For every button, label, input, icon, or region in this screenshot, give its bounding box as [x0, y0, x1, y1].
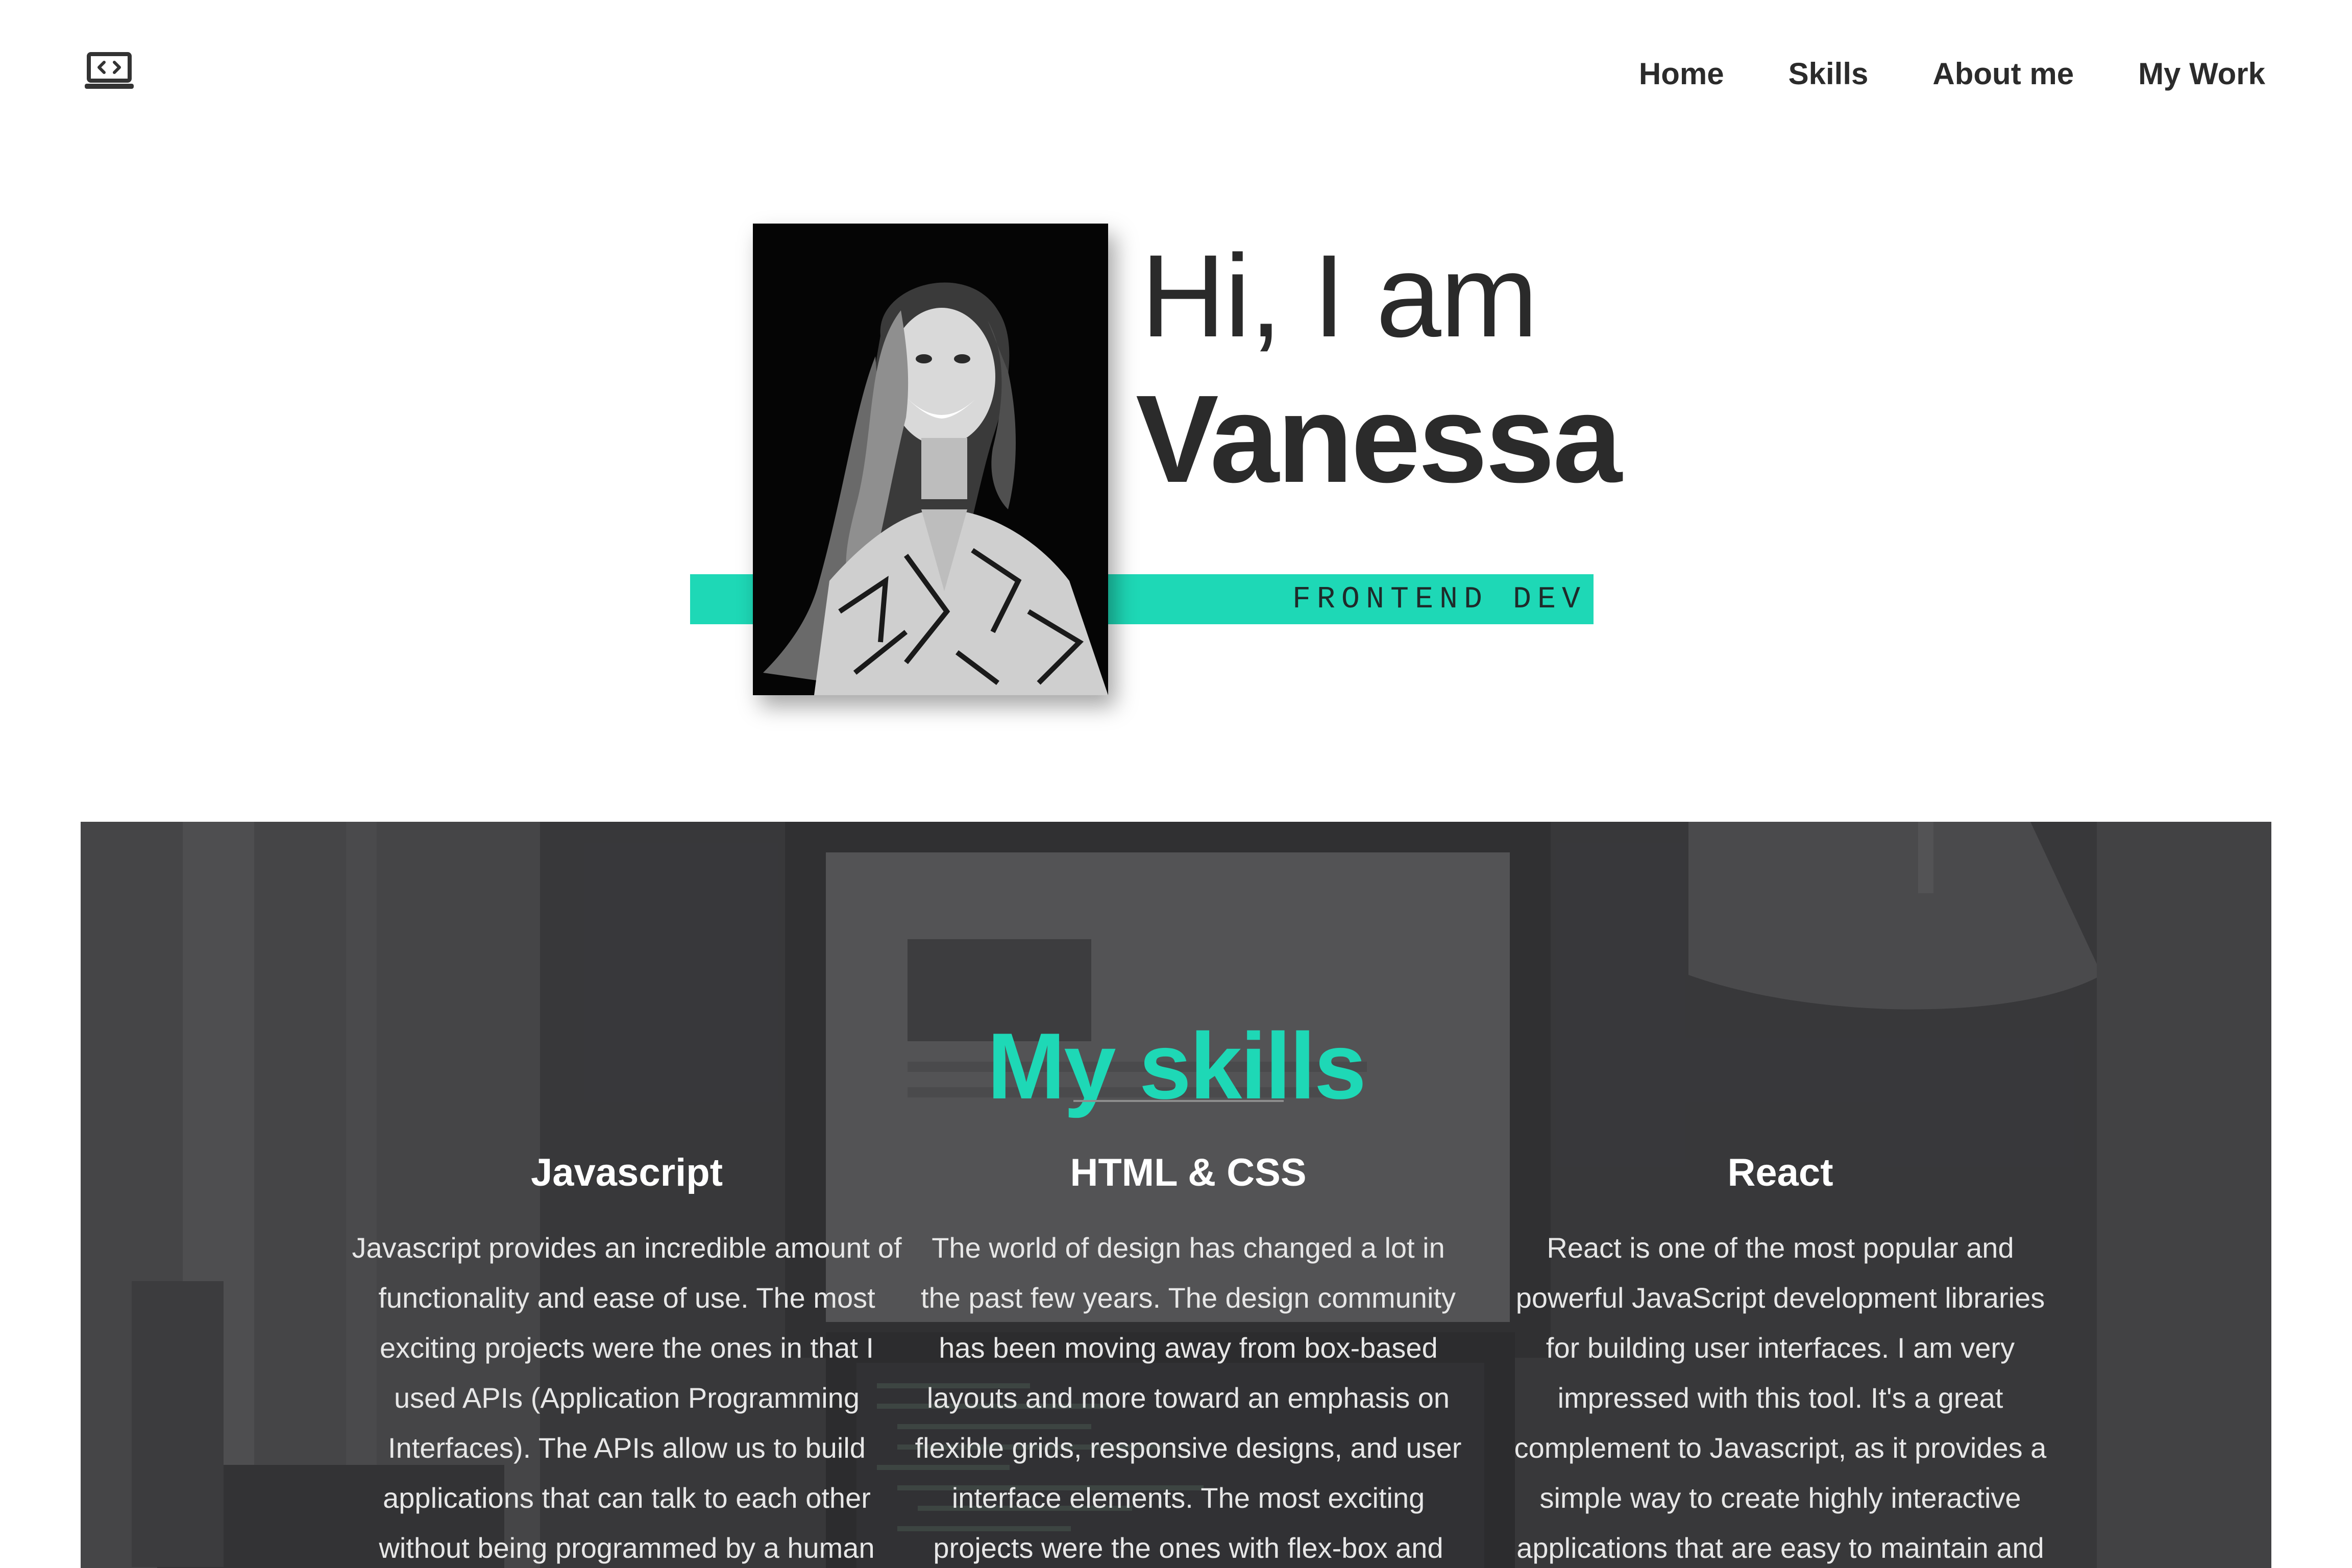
role-label: FRONTEND DEV [1292, 582, 1586, 617]
skill-card-javascript: Javascript Javascript provides an incred… [351, 1148, 902, 1568]
hero-greeting: Hi, I am [1141, 230, 1538, 361]
skill-description: The world of design has changed a lot in… [915, 1232, 1462, 1564]
skill-card-react: React React is one of the most popular a… [1505, 1148, 2056, 1568]
hero-name: Vanessa [1136, 369, 1622, 508]
skills-section: My skills Javascript Javascript provides… [81, 822, 2271, 1568]
nav-links: Home Skills About me My Work [1639, 56, 2265, 91]
skill-card-html-css: HTML & CSS The world of design has chang… [913, 1148, 1464, 1568]
laptop-code-icon[interactable] [85, 51, 134, 92]
nav-link-about-me[interactable]: About me [1932, 56, 2074, 91]
skills-divider [1073, 1100, 1284, 1102]
profile-photo [753, 224, 1108, 695]
nav-link-my-work[interactable]: My Work [2138, 56, 2265, 91]
nav-link-home[interactable]: Home [1639, 56, 1724, 91]
profile-photo-illustration [753, 224, 1108, 695]
top-navigation: Home Skills About me My Work [0, 0, 2352, 148]
skill-title: React [1727, 1151, 1833, 1194]
hero-section: FRONTEND DEV Hi, I am Vanessa [0, 148, 2352, 822]
logo-svg [85, 52, 134, 89]
skill-description: React is one of the most popular and pow… [1514, 1232, 2047, 1564]
skill-title: Javascript [530, 1151, 723, 1194]
skill-title: HTML & CSS [1070, 1151, 1307, 1194]
skill-description: Javascript provides an incredible amount… [352, 1232, 902, 1564]
nav-link-skills[interactable]: Skills [1788, 56, 1869, 91]
